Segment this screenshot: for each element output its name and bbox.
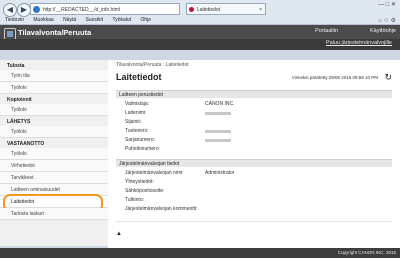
browser-toolbar-icons[interactable]: ⌂ ☆ ⚙: [378, 17, 396, 24]
portal-link[interactable]: Portaaliin: [315, 28, 338, 34]
refresh-icon[interactable]: ↻: [384, 72, 392, 83]
info-row-serial-number: Sarjanumero:: [125, 136, 375, 145]
sidebar-item-send-log[interactable]: Työloki: [0, 126, 108, 138]
row-label: Järjestelmänvalvojan kommentti:: [125, 206, 198, 212]
back-to-admin-link[interactable]: Paluu järjestelmänvalvojille: [326, 40, 392, 46]
page-title: Laitetiedot: [116, 72, 162, 82]
row-label: Sarjanumero:: [125, 137, 156, 143]
row-value: Administrator: [205, 170, 235, 176]
menu-help[interactable]: Ohje: [140, 17, 151, 23]
redacted-value: [205, 112, 231, 115]
header-title: Tilavalvonta/Peruuta: [18, 28, 92, 37]
browser-toolbar: ◀ ▶ http://__REDACTED__/d_info.html Lait…: [0, 0, 400, 25]
row-label: Laitenimi:: [125, 110, 147, 116]
tab-title: Laitetiedot: [197, 7, 221, 13]
menu-file[interactable]: Tiedosto: [5, 17, 24, 23]
info-row-location: Sijainti:: [125, 118, 375, 127]
scroll-to-top-icon[interactable]: ▲: [116, 231, 122, 237]
sidebar-item-consumables[interactable]: Tarvikkeet: [0, 172, 108, 184]
address-text: http://__REDACTED__/d_info.html: [43, 7, 120, 13]
sidebar-group-print: Tulosta: [7, 63, 25, 69]
row-label: Tutkinto:: [125, 197, 144, 203]
section-admin-info: Järjestelmänvalvojan tiedot: [116, 159, 392, 167]
info-row-phone-number: Puhelinnumero:: [125, 145, 375, 154]
tab-laitetiedot[interactable]: Laitetiedot ×: [186, 3, 266, 15]
info-row-product-name: Tuotenimi:: [125, 127, 375, 136]
row-label: Tuotenimi:: [125, 128, 149, 134]
redacted-value: [205, 130, 231, 133]
row-value: CANON INC.: [205, 101, 235, 107]
canon-tab-icon: [189, 7, 194, 12]
info-row-contact: Yhteystiedot:: [125, 178, 375, 187]
breadcrumb: Tilavalvonta/Peruuta : Laitetiedot: [116, 62, 189, 68]
menu-edit[interactable]: Muokkaa: [33, 17, 53, 23]
last-updated-text: Viimeksi päivitetty:29/06 2015 09:58 10 …: [291, 75, 378, 80]
forward-button[interactable]: ▶: [17, 3, 31, 17]
window-controls[interactable]: — □ ✕: [378, 1, 396, 8]
back-button[interactable]: ◀: [3, 3, 17, 17]
row-label: Järjestelmänvalvojan nimi:: [125, 170, 184, 176]
info-row-admin-comment: Järjestelmänvalvojan kommentti:: [125, 205, 375, 214]
sidebar-item-check-counter[interactable]: Tarkista laskuri: [0, 208, 108, 220]
sidebar-group-copy: Kopioinnit: [7, 97, 32, 103]
row-label: Puhelinnumero:: [125, 146, 161, 152]
row-label: Sähköpostiosoite:: [125, 188, 165, 194]
main-content: Tilavalvonta/Peruuta : Laitetiedot Laite…: [108, 60, 400, 248]
row-label: Valmistaja:: [125, 101, 150, 107]
menu-view[interactable]: Näytä: [63, 17, 76, 23]
sidebar-item-print-log[interactable]: Työloki: [0, 82, 108, 94]
sidebar-item-error-info[interactable]: Virhetiedot: [0, 160, 108, 172]
menu-favorites[interactable]: Suosikit: [86, 17, 104, 23]
sidebar: Tulosta Työn tila Työloki Kopioinnit Työ…: [0, 60, 108, 246]
row-label: Yhteystiedot:: [125, 179, 154, 185]
remote-ui-header: Tilavalvonta/Peruuta Portaaliin Käyttöoh…: [0, 25, 400, 50]
footer: Copyright CANON INC. 2015: [0, 248, 400, 258]
redacted-value: [205, 139, 231, 142]
info-row-device-name: Laitenimi:: [125, 109, 375, 118]
menu-tools[interactable]: Työkalut: [112, 17, 131, 23]
address-bar[interactable]: http://__REDACTED__/d_info.html: [30, 3, 180, 15]
sidebar-item-copy-log[interactable]: Työloki: [0, 104, 108, 116]
sidebar-group-receive: VASTAANOTTO: [7, 141, 45, 147]
help-link[interactable]: Käyttöohje: [370, 28, 396, 34]
ie-icon: [33, 6, 40, 13]
menu-bar: Tiedosto Muokkaa Näytä Suosikit Työkalut…: [0, 17, 154, 24]
info-row-email: Sähköpostiosoite:: [125, 187, 375, 196]
tab-close-icon[interactable]: ×: [259, 4, 262, 14]
row-label: Sijainti:: [125, 119, 142, 125]
sidebar-group-send: LÄHETYS: [7, 119, 31, 125]
sidebar-item-device-info[interactable]: Laitetiedot: [0, 194, 108, 212]
sidebar-item-job-status[interactable]: Työn tila: [0, 70, 108, 82]
section-device-basic-info: Laitteen perustiedot: [116, 90, 392, 98]
info-row-admin-name: Järjestelmänvalvojan nimi: Administrator: [125, 169, 375, 178]
info-row-degree: Tutkinto:: [125, 196, 375, 205]
sidebar-item-receive-log[interactable]: Työloki: [0, 148, 108, 160]
info-row-manufacturer: Valmistaja: CANON INC.: [125, 100, 375, 109]
section-divider: [116, 221, 392, 222]
